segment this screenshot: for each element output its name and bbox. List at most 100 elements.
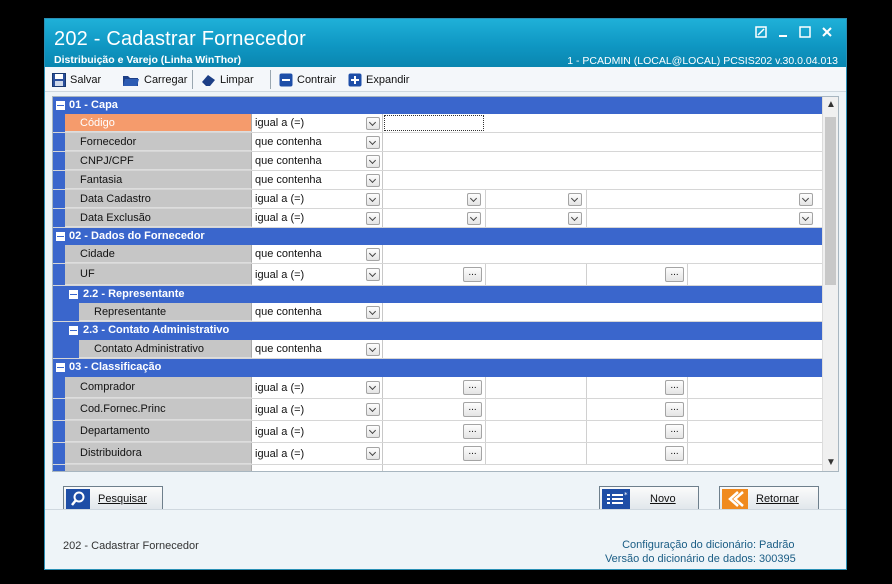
search-icon <box>66 489 90 509</box>
back-label: Retornar <box>756 493 799 505</box>
time-from-chevron-icon[interactable] <box>568 193 582 206</box>
section-header-contato-administrativo[interactable]: 2.3 - Contato Administrativo <box>53 322 823 340</box>
collapse-toggle-icon[interactable] <box>69 290 78 299</box>
lookup-button[interactable]: ... <box>463 267 482 282</box>
chevron-down-icon[interactable] <box>366 447 380 460</box>
scrollbar-thumb[interactable] <box>825 117 836 285</box>
minus-icon <box>279 73 293 87</box>
minimize-icon[interactable] <box>775 25 791 41</box>
expand-label: Expandir <box>366 73 410 86</box>
lookup-button[interactable]: ... <box>463 446 482 461</box>
field-label[interactable]: Código <box>65 114 252 132</box>
expand-button[interactable]: Expandir <box>348 71 409 88</box>
collapse-toggle-icon[interactable] <box>56 232 65 241</box>
grid-row-data-exclusao[interactable]: Data Exclusão igual a (=) <box>53 209 823 228</box>
condition-select[interactable]: igual a (=) <box>252 209 383 227</box>
scroll-down-icon[interactable]: ▼ <box>823 457 838 468</box>
grid-row-comprador[interactable]: Comprador igual a (=) ... ... <box>53 377 823 399</box>
grid-row-contato-administrativo[interactable]: Contato Administrativo que contenha <box>53 340 823 359</box>
grid-row-uf[interactable]: UF igual a (=) ... ... <box>53 264 823 286</box>
load-button[interactable]: Carregar <box>122 71 187 88</box>
collapse-toggle-icon[interactable] <box>56 101 65 110</box>
grid-row-fornecedor[interactable]: Fornecedor que contenha <box>53 133 823 152</box>
close-icon[interactable] <box>819 25 835 41</box>
time-from-chevron-icon[interactable] <box>568 212 582 225</box>
restore-icon[interactable] <box>753 25 769 41</box>
condition-select[interactable]: igual a (=) <box>252 421 383 442</box>
condition-select[interactable]: que contenha <box>252 133 383 151</box>
field-label: Contato Administrativo <box>79 340 252 358</box>
grid-row-departamento[interactable]: Departamento igual a (=) ... ... <box>53 421 823 443</box>
chevron-down-icon[interactable] <box>366 403 380 416</box>
eraser-icon <box>200 73 216 87</box>
chevron-down-icon[interactable] <box>366 268 380 281</box>
chevron-down-icon[interactable] <box>366 306 380 319</box>
search-label: Pesquisar <box>98 493 147 505</box>
condition-select[interactable]: que contenha <box>252 340 383 358</box>
section-title: 2.2 - Representante <box>83 288 185 300</box>
plus-icon <box>348 73 362 87</box>
value-input[interactable] <box>384 115 484 131</box>
condition-select[interactable]: igual a (=) <box>252 114 383 132</box>
section-header-dados-fornecedor[interactable]: 02 - Dados do Fornecedor <box>53 228 823 245</box>
condition-select[interactable]: que contenha <box>252 303 383 321</box>
scroll-up-icon[interactable]: ▲ <box>823 99 838 110</box>
grid-row-data-cadastro[interactable]: Data Cadastro igual a (=) <box>53 190 823 209</box>
section-title: 2.3 - Contato Administrativo <box>83 324 230 336</box>
date-from-chevron-icon[interactable] <box>467 212 481 225</box>
collapse-toggle-icon[interactable] <box>69 326 78 335</box>
chevron-down-icon[interactable] <box>366 381 380 394</box>
condition-select[interactable]: igual a (=) <box>252 190 383 208</box>
condition-select[interactable]: que contenha <box>252 171 383 189</box>
chevron-down-icon[interactable] <box>366 193 380 206</box>
section-title: 01 - Capa <box>69 99 118 111</box>
field-label: Distribuidora <box>65 443 252 464</box>
condition-select[interactable]: que contenha <box>252 152 383 170</box>
grid-row-representante[interactable]: Representante que contenha <box>53 303 823 322</box>
clear-button[interactable]: Limpar <box>200 71 254 88</box>
date-to-chevron-icon[interactable] <box>799 193 813 206</box>
maximize-icon[interactable] <box>797 25 813 41</box>
chevron-down-icon[interactable] <box>366 155 380 168</box>
lookup-button[interactable]: ... <box>463 380 482 395</box>
section-header-representante[interactable]: 2.2 - Representante <box>53 286 823 303</box>
grid-row-distribuidora[interactable]: Distribuidora igual a (=) ... ... <box>53 443 823 465</box>
lookup-button[interactable]: ... <box>463 424 482 439</box>
chevron-down-icon[interactable] <box>366 117 380 130</box>
condition-select[interactable]: igual a (=) <box>252 264 383 285</box>
collapse-toggle-icon[interactable] <box>56 363 65 372</box>
dict-config-label: Configuração do dicionário: <box>622 539 756 551</box>
grid-row-codigo[interactable]: Código igual a (=) <box>53 114 823 133</box>
save-button[interactable]: Salvar <box>52 71 101 88</box>
section-header-capa[interactable]: 01 - Capa <box>53 97 823 114</box>
condition-select[interactable]: igual a (=) <box>252 399 383 420</box>
condition-value: igual a (=) <box>255 425 305 438</box>
grid-row-cod-fornec-princ[interactable]: Cod.Fornec.Princ igual a (=) ... ... <box>53 399 823 421</box>
grid-row-fantasia[interactable]: Fantasia que contenha <box>53 171 823 190</box>
lookup-button[interactable]: ... <box>665 267 684 282</box>
condition-select[interactable]: igual a (=) <box>252 443 383 464</box>
lookup-button[interactable]: ... <box>665 380 684 395</box>
chevron-down-icon[interactable] <box>366 425 380 438</box>
date-to-chevron-icon[interactable] <box>799 212 813 225</box>
condition-select[interactable]: que contenha <box>252 245 383 263</box>
chevron-down-icon[interactable] <box>366 212 380 225</box>
lookup-button[interactable]: ... <box>463 402 482 417</box>
grid-row-cnpj-cpf[interactable]: CNPJ/CPF que contenha <box>53 152 823 171</box>
condition-value: igual a (=) <box>255 381 305 394</box>
chevron-down-icon[interactable] <box>366 248 380 261</box>
lookup-button[interactable]: ... <box>665 402 684 417</box>
chevron-down-icon[interactable] <box>366 174 380 187</box>
grid-row-cidade[interactable]: Cidade que contenha <box>53 245 823 264</box>
lookup-button[interactable]: ... <box>665 424 684 439</box>
chevron-down-icon[interactable] <box>366 136 380 149</box>
lookup-button[interactable]: ... <box>665 446 684 461</box>
condition-select[interactable]: igual a (=) <box>252 377 383 398</box>
section-header-classificacao[interactable]: 03 - Classificação <box>53 359 823 377</box>
collapse-button[interactable]: Contrair <box>279 71 336 88</box>
date-from-chevron-icon[interactable] <box>467 193 481 206</box>
vertical-scrollbar[interactable]: ▲ ▼ <box>822 97 838 471</box>
chevron-down-icon[interactable] <box>366 343 380 356</box>
field-label: Data Cadastro <box>65 190 252 208</box>
field-label: Fantasia <box>65 171 252 189</box>
